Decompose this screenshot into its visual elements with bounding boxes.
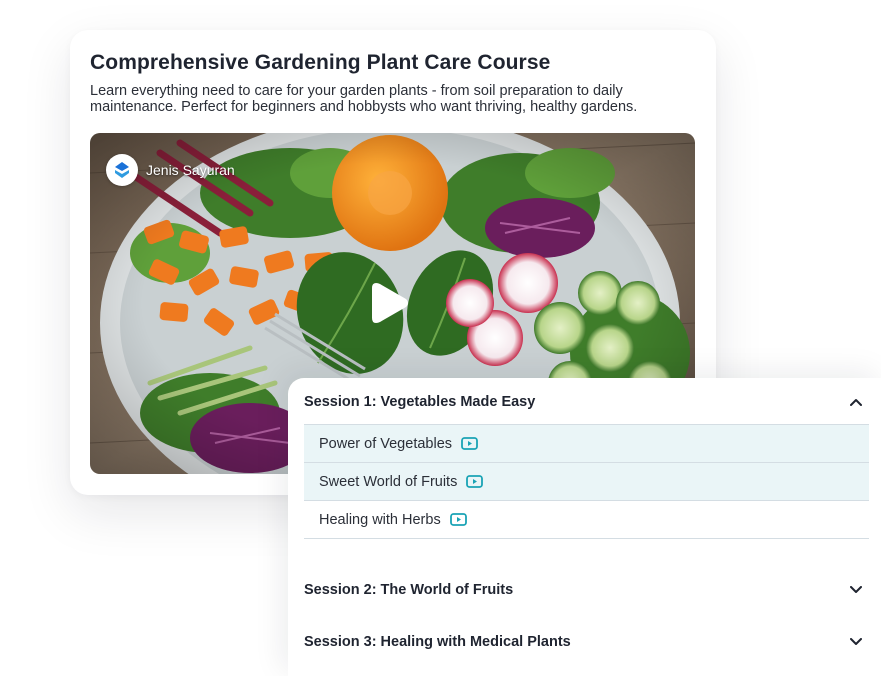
stage: Comprehensive Gardening Plant Care Cours… bbox=[0, 0, 881, 676]
course-description: Learn everything need to care for your g… bbox=[90, 83, 638, 115]
chevron-down-icon[interactable] bbox=[849, 583, 863, 597]
lesson-label: Sweet World of Fruits bbox=[319, 473, 458, 490]
video-lesson-icon bbox=[461, 436, 478, 451]
video-channel[interactable]: Jenis Sayuran bbox=[106, 154, 235, 186]
lesson-power-of-vegetables[interactable]: Power of Vegetables bbox=[304, 424, 869, 463]
session-3-header[interactable]: Session 3: Healing with Medical Plants bbox=[304, 631, 869, 653]
chevron-down-icon[interactable] bbox=[849, 635, 863, 649]
video-lesson-icon bbox=[466, 474, 484, 489]
play-button[interactable] bbox=[362, 275, 418, 331]
channel-logo-icon bbox=[106, 154, 138, 186]
lesson-sweet-world-of-fruits[interactable]: Sweet World of Fruits bbox=[304, 463, 869, 501]
lesson-healing-with-herbs[interactable]: Healing with Herbs bbox=[304, 501, 869, 539]
lesson-label: Power of Vegetables bbox=[319, 435, 453, 452]
session-1-title: Session 1: Vegetables Made Easy bbox=[304, 394, 536, 410]
channel-name: Jenis Sayuran bbox=[146, 162, 235, 178]
video-lesson-icon bbox=[449, 512, 467, 527]
session-1-lessons: Power of Vegetables Sweet World of Fruit… bbox=[304, 424, 869, 539]
play-icon bbox=[372, 283, 408, 323]
session-3-title: Session 3: Healing with Medical Plants bbox=[304, 634, 571, 650]
session-1-header[interactable]: Session 1: Vegetables Made Easy bbox=[304, 391, 869, 413]
session-2-title: Session 2: The World of Fruits bbox=[304, 582, 514, 598]
sessions-panel: Session 1: Vegetables Made Easy Power of… bbox=[288, 378, 881, 676]
lesson-label: Healing with Herbs bbox=[319, 511, 441, 528]
session-2-header[interactable]: Session 2: The World of Fruits bbox=[304, 579, 869, 601]
course-title: Comprehensive Gardening Plant Care Cours… bbox=[90, 51, 551, 74]
chevron-up-icon[interactable] bbox=[849, 395, 863, 409]
